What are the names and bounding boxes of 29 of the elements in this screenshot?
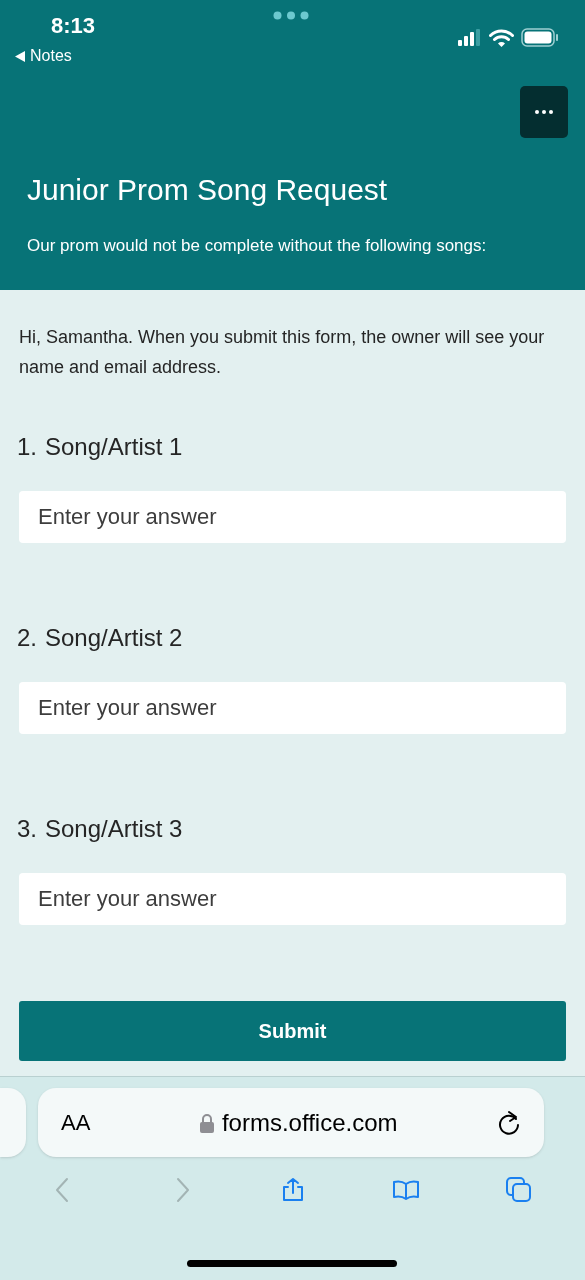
- multitasking-dots-icon: [273, 11, 309, 20]
- answer-field[interactable]: Enter your answer: [19, 682, 566, 734]
- bookmarks-icon[interactable]: [392, 1177, 419, 1203]
- back-triangle-icon: [15, 50, 25, 62]
- reload-icon[interactable]: [497, 1109, 521, 1136]
- question-number: 3.: [17, 814, 37, 844]
- wifi-icon: [489, 28, 514, 47]
- question-number: 2.: [17, 623, 37, 653]
- battery-icon: [521, 28, 559, 47]
- answer-field[interactable]: Enter your answer: [19, 491, 566, 543]
- back-to-app-link[interactable]: Notes: [30, 46, 72, 66]
- form-subtitle: Our prom would not be complete without the following songs:: [27, 235, 487, 257]
- more-icon: [535, 110, 553, 114]
- url-text: forms.office.com: [221, 1107, 398, 1138]
- address-bar[interactable]: AA forms.office.com: [38, 1088, 544, 1157]
- question-number: 1.: [17, 432, 37, 462]
- question-label: Song/Artist 2: [45, 623, 183, 653]
- text-size-button[interactable]: AA: [61, 1106, 91, 1139]
- answer-field[interactable]: Enter your answer: [19, 873, 566, 925]
- more-options-button[interactable]: [520, 86, 568, 138]
- intro-text: Hi, Samantha. When you submit this form, the owner will see your name and email address.: [19, 326, 546, 379]
- submit-button[interactable]: Submit: [19, 1001, 566, 1061]
- tabs-icon[interactable]: [505, 1177, 532, 1203]
- question-label: Song/Artist 3: [45, 814, 183, 844]
- lock-icon: [199, 1112, 214, 1133]
- question-label: Song/Artist 1: [45, 432, 183, 462]
- signal-icon: [458, 29, 482, 46]
- form-title: Junior Prom Song Request: [27, 172, 388, 208]
- status-time: 8:13: [51, 12, 96, 40]
